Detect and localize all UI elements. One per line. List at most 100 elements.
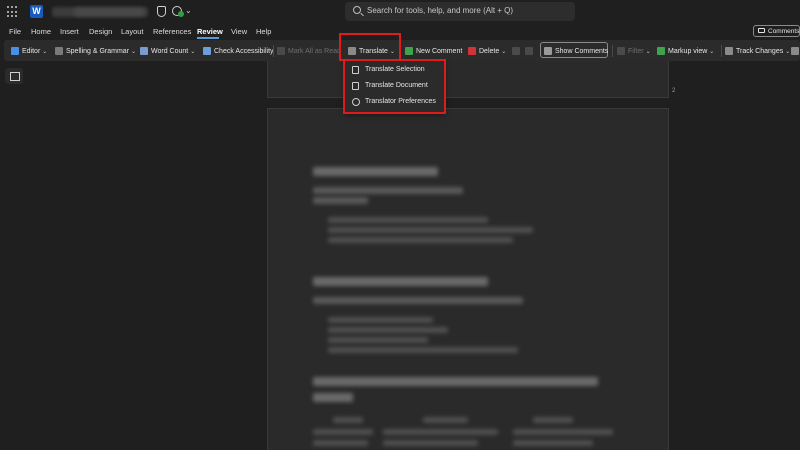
translate-menu-highlight <box>343 59 446 114</box>
document-page-2[interactable] <box>267 108 669 450</box>
blurred-heading <box>313 393 353 402</box>
word-count-icon <box>140 47 148 55</box>
chevron-down-icon: ⌄ <box>785 48 791 55</box>
shield-icon[interactable] <box>157 6 166 17</box>
document-page-1[interactable] <box>267 61 669 98</box>
search-box[interactable]: Search for tools, help, and more (Alt + … <box>345 2 575 21</box>
translate-button-highlight <box>339 33 401 61</box>
word-count-label: Word Count <box>151 47 189 55</box>
previous-comment-button[interactable] <box>512 45 523 57</box>
title-bar: W ⌄ Search for tools, help, and more (Al… <box>0 0 800 24</box>
blurred-text-line <box>313 297 523 304</box>
chevron-down-icon: ⌄ <box>42 48 48 55</box>
delete-button[interactable]: Delete ⌄ <box>468 45 506 57</box>
tab-view[interactable]: View <box>231 27 247 36</box>
ribbon-divider <box>721 45 722 57</box>
blurred-bullet-line <box>328 327 448 333</box>
word-window: W ⌄ Search for tools, help, and more (Al… <box>0 0 800 450</box>
show-comments-label: Show Comments <box>555 47 609 55</box>
blurred-table-header <box>533 417 573 423</box>
track-changes-button[interactable]: Track Changes ⌄ <box>725 45 790 57</box>
ribbon-divider <box>612 45 613 57</box>
next-comment-icon <box>525 47 533 55</box>
new-comment-label: New Comment <box>416 47 463 55</box>
chevron-down-icon: ⌄ <box>131 48 137 55</box>
editor-button[interactable]: Editor ⌄ <box>11 45 47 57</box>
blurred-bullet-line <box>328 227 533 233</box>
comments-button-label: Comments <box>768 27 800 35</box>
search-icon <box>353 6 361 14</box>
mark-read-icon <box>277 47 285 55</box>
blurred-table-cell <box>513 429 613 435</box>
blurred-table-cell <box>313 440 368 446</box>
mark-read-label: Mark All as Read <box>288 47 341 55</box>
blurred-bullet-line <box>328 317 433 323</box>
word-logo-icon: W <box>30 5 43 18</box>
navigation-pane-toggle[interactable] <box>5 68 23 84</box>
tab-help[interactable]: Help <box>256 27 271 36</box>
filter-button[interactable]: Filter ⌄ <box>617 45 651 57</box>
track-changes-icon <box>725 47 733 55</box>
active-tab-indicator <box>197 37 219 39</box>
ribbon-divider <box>273 45 274 57</box>
blurred-table-cell <box>513 440 593 446</box>
page-number: 2 <box>672 88 676 94</box>
accept-changes-button[interactable] <box>791 45 800 57</box>
accept-icon <box>791 47 799 55</box>
blurred-table-header <box>333 417 363 423</box>
new-comment-icon <box>405 47 413 55</box>
tab-home[interactable]: Home <box>31 27 51 36</box>
blurred-bullet-line <box>328 217 488 223</box>
tab-insert[interactable]: Insert <box>60 27 79 36</box>
blurred-table-cell <box>313 429 373 435</box>
blurred-heading <box>313 277 488 286</box>
spelling-icon <box>55 47 63 55</box>
document-title-blurred-text <box>74 8 144 16</box>
search-placeholder: Search for tools, help, and more (Alt + … <box>367 6 514 15</box>
accessibility-icon <box>203 47 211 55</box>
chevron-down-icon: ⌄ <box>190 48 196 55</box>
filter-icon <box>617 47 625 55</box>
markup-view-label: Markup view <box>668 47 708 55</box>
tab-file[interactable]: File <box>9 27 21 36</box>
comment-icon <box>544 47 552 55</box>
spelling-grammar-button[interactable]: Spelling & Grammar ⌄ <box>55 45 136 57</box>
new-comment-button[interactable]: New Comment <box>405 45 462 57</box>
delete-label: Delete <box>479 47 500 55</box>
mark-all-read-button[interactable]: Mark All as Read <box>277 45 341 57</box>
next-comment-button[interactable] <box>525 45 536 57</box>
pen-icon <box>11 47 19 55</box>
tab-review[interactable]: Review <box>197 27 223 36</box>
delete-comment-icon <box>468 47 476 55</box>
show-comments-button[interactable]: Show Comments <box>544 45 608 57</box>
blurred-bullet-line <box>328 347 518 353</box>
editor-label: Editor <box>22 47 41 55</box>
chevron-down-icon: ⌄ <box>645 48 651 55</box>
blurred-heading <box>313 377 598 386</box>
check-accessibility-button[interactable]: Check Accessibility <box>203 45 274 57</box>
blurred-table-cell <box>383 429 498 435</box>
blurred-table-cell <box>383 440 478 446</box>
blurred-bullet-line <box>328 237 513 243</box>
track-changes-label: Track Changes <box>736 47 784 55</box>
markup-view-button[interactable]: Markup view ⌄ <box>657 45 714 57</box>
filter-label: Filter <box>628 47 644 55</box>
previous-comment-icon <box>512 47 520 55</box>
word-count-button[interactable]: Word Count ⌄ <box>140 45 195 57</box>
blurred-heading <box>313 167 438 176</box>
comment-icon <box>758 28 765 33</box>
blurred-text-line <box>313 187 463 194</box>
app-launcher-icon[interactable] <box>7 6 19 18</box>
spelling-label: Spelling & Grammar <box>66 47 130 55</box>
chevron-down-icon: ⌄ <box>501 48 507 55</box>
saved-status-dot <box>178 11 184 17</box>
tab-layout[interactable]: Layout <box>121 27 144 36</box>
accessibility-label: Check Accessibility <box>214 47 274 55</box>
comments-button[interactable]: Comments <box>753 25 800 37</box>
markup-icon <box>657 47 665 55</box>
tab-design[interactable]: Design <box>89 27 112 36</box>
blurred-text-line <box>313 197 368 204</box>
tab-references[interactable]: References <box>153 27 191 36</box>
chevron-down-icon: ⌄ <box>709 48 715 55</box>
chevron-down-icon[interactable]: ⌄ <box>185 6 192 15</box>
